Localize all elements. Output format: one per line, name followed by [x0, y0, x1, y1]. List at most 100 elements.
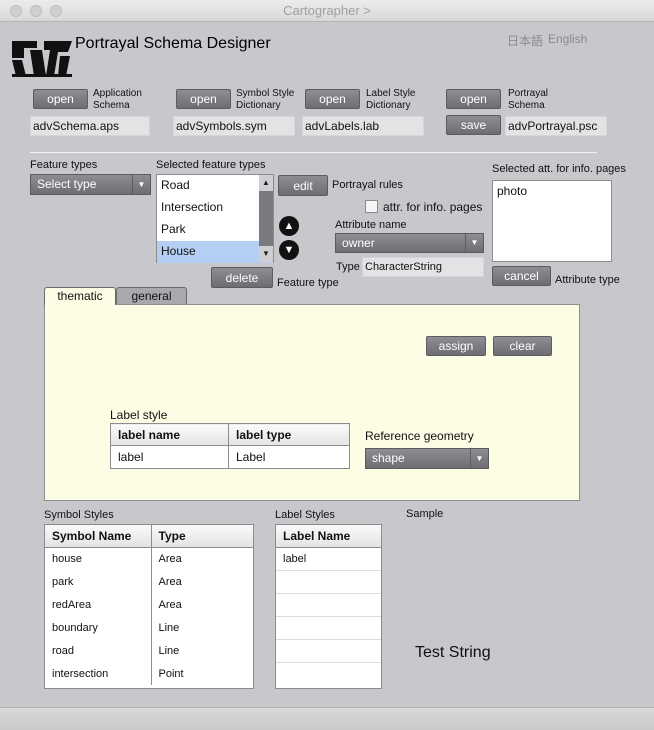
feature-type-select-value: Select type [37, 177, 97, 191]
portrayal-rules-label: Portrayal rules [332, 179, 403, 191]
reference-geometry-value: shape [372, 451, 405, 465]
window-title: Cartographer > [283, 3, 371, 18]
table-cell: label [110, 445, 229, 469]
table-cell: label [276, 547, 381, 571]
open-symbol-dictionary-button[interactable]: open [176, 89, 231, 109]
column-header[interactable]: Symbol Name [45, 525, 152, 548]
column-header[interactable]: label name [110, 423, 229, 446]
column-header[interactable]: label type [228, 423, 350, 446]
label-dictionary-label: Label Style Dictionary [366, 88, 416, 111]
attribute-name-label: Attribute name [335, 219, 407, 231]
attribute-name-value: owner [342, 236, 375, 250]
attribute-type-prefix: Type [336, 261, 360, 273]
symbol-dictionary-label: Symbol Style Dictionary [236, 88, 295, 111]
save-portrayal-schema-button[interactable]: save [446, 115, 501, 135]
app-schema-label: Application Schema [93, 88, 142, 111]
table-cell: Line [150, 639, 253, 662]
tab-thematic[interactable]: thematic [44, 287, 116, 305]
info-pages-checkbox[interactable] [365, 200, 378, 213]
selected-feature-types-list[interactable]: Road Intersection Park House ▲ ▼ [156, 174, 274, 263]
move-up-icon[interactable]: ▲ [279, 216, 299, 236]
feature-types-label: Feature types [30, 159, 98, 171]
clear-button[interactable]: clear [493, 336, 552, 356]
selected-info-attributes-label: Selected att. for info. pages [492, 163, 626, 175]
delete-button[interactable]: delete [211, 267, 273, 288]
app-title: Portrayal Schema Designer [75, 35, 271, 52]
table-cell: intersection [45, 662, 152, 685]
reference-geometry-select[interactable]: shape ▼ [365, 448, 489, 469]
open-label-dictionary-button[interactable]: open [305, 89, 360, 109]
language-japanese-link[interactable]: 日本語 [507, 32, 543, 49]
table-cell: park [45, 570, 152, 593]
tab-general[interactable]: general [116, 287, 187, 305]
attribute-type-label: Attribute type [555, 274, 620, 286]
list-item[interactable]: Road [157, 175, 273, 197]
label-style-table: label name label type label Label [110, 423, 350, 469]
table-row[interactable]: boundary Line [45, 616, 253, 639]
language-english-link[interactable]: English [548, 32, 587, 46]
table-row[interactable]: house Area [45, 547, 253, 570]
list-item[interactable]: photo [493, 181, 611, 203]
assign-button[interactable]: assign [426, 336, 486, 356]
chevron-down-icon: ▼ [132, 175, 150, 194]
portrayal-schema-label: Portrayal Schema [508, 88, 549, 111]
status-bar [0, 707, 654, 730]
close-window-button[interactable] [10, 5, 22, 17]
cancel-button[interactable]: cancel [492, 266, 551, 286]
table-row[interactable]: label Label [110, 445, 350, 469]
table-cell: Area [150, 570, 253, 593]
sample-title: Sample [406, 508, 444, 520]
edit-button[interactable]: edit [278, 175, 328, 196]
table-row[interactable]: redArea Area [45, 593, 253, 616]
table-cell [276, 616, 381, 640]
symbol-styles-title: Symbol Styles [44, 509, 114, 521]
label-styles-title: Label Styles [275, 509, 335, 521]
selected-info-attributes-list[interactable]: photo [492, 180, 612, 262]
table-cell: boundary [45, 616, 152, 639]
symbol-styles-table: Symbol Name Type house Area park Area redA… [44, 524, 254, 689]
label-style-title: Label style [110, 408, 168, 422]
sample-text: Test String [415, 644, 491, 661]
table-cell: Line [150, 616, 253, 639]
open-portrayal-schema-button[interactable]: open [446, 89, 501, 109]
table-cell: Point [150, 662, 253, 685]
thematic-panel [44, 304, 580, 501]
list-item[interactable]: Park [157, 219, 273, 241]
app-logo-icon [12, 41, 72, 77]
column-header[interactable]: Type [150, 525, 253, 548]
label-dictionary-file-field: advLabels.lab [302, 116, 424, 136]
reference-geometry-label: Reference geometry [365, 429, 474, 443]
move-down-icon[interactable]: ▼ [279, 240, 299, 260]
feature-type-select[interactable]: Select type ▼ [30, 174, 151, 195]
scroll-down-icon[interactable]: ▼ [259, 246, 273, 262]
feature-type-label: Feature type [277, 277, 339, 289]
chevron-down-icon: ▼ [465, 234, 483, 252]
scrollbar[interactable]: ▲ ▼ [259, 175, 273, 262]
attribute-name-select[interactable]: owner ▼ [335, 233, 484, 253]
list-item[interactable]: Intersection [157, 197, 273, 219]
column-header[interactable]: Label Name [276, 525, 381, 548]
chevron-down-icon: ▼ [470, 449, 488, 468]
scroll-up-icon[interactable]: ▲ [259, 175, 273, 191]
table-row[interactable]: park Area [45, 570, 253, 593]
list-item[interactable]: House [157, 241, 273, 263]
info-pages-checkbox-label: attr. for info. pages [383, 200, 483, 214]
portrayal-schema-file-field: advPortrayal.psc [505, 116, 607, 136]
divider [30, 152, 597, 153]
table-row[interactable]: intersection Point [45, 662, 253, 685]
table-cell: Area [150, 593, 253, 616]
table-cell: Area [150, 547, 253, 570]
label-styles-table: Label Name label [275, 524, 382, 689]
zoom-window-button[interactable] [50, 5, 62, 17]
table-cell: redArea [45, 593, 152, 616]
table-row[interactable]: label [276, 547, 381, 571]
table-cell [276, 570, 381, 594]
table-cell: house [45, 547, 152, 570]
window-titlebar: Cartographer > [0, 0, 654, 22]
open-app-schema-button[interactable]: open [33, 89, 88, 109]
table-cell [276, 593, 381, 617]
table-cell [276, 662, 381, 685]
selected-feature-types-label: Selected feature types [156, 159, 266, 171]
minimize-window-button[interactable] [30, 5, 42, 17]
table-row[interactable]: road Line [45, 639, 253, 662]
